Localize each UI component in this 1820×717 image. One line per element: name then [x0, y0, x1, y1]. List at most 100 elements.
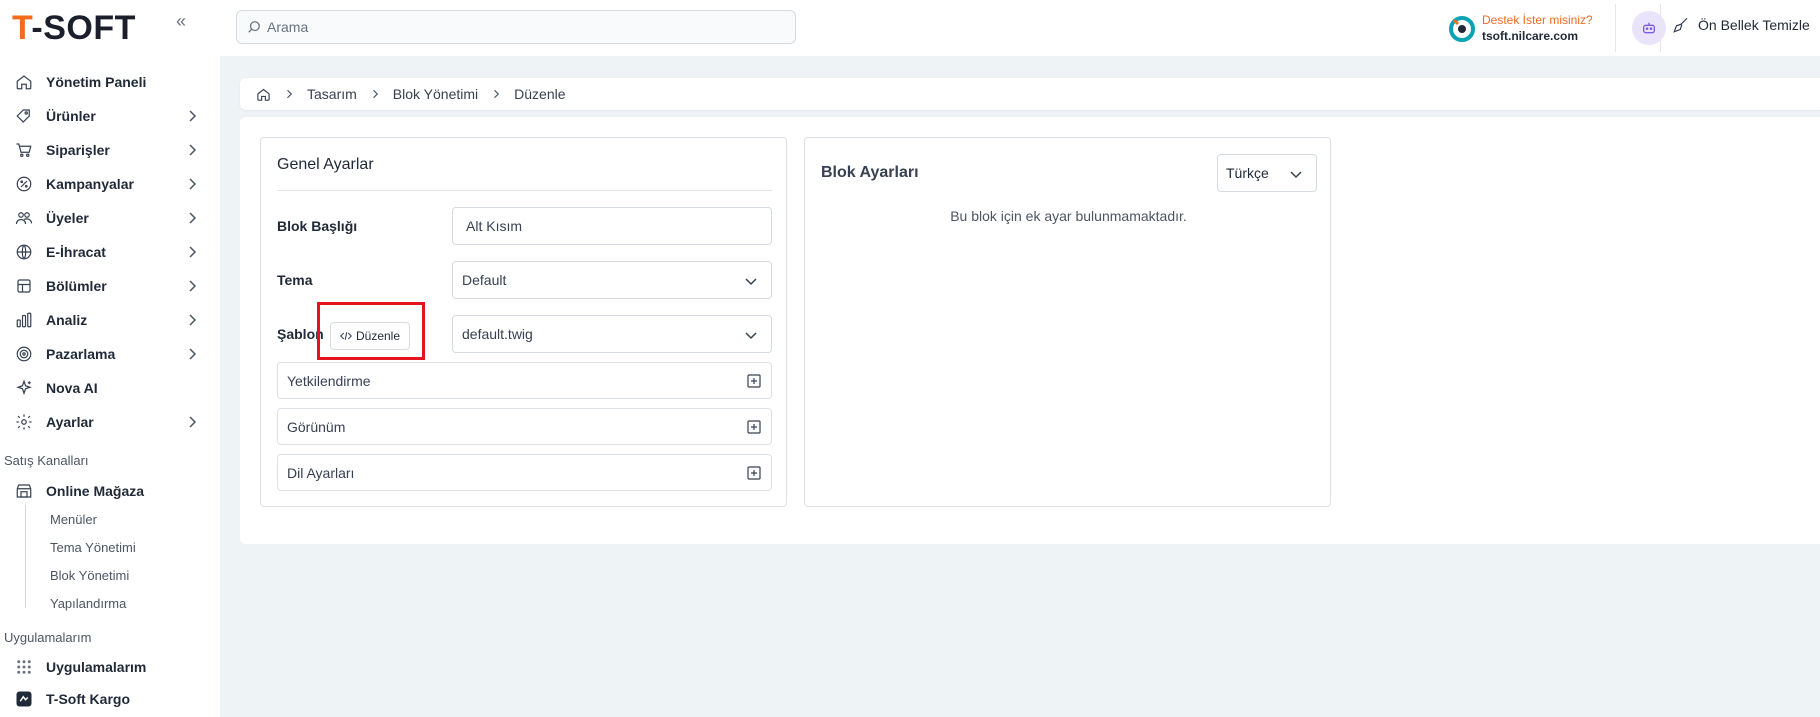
sidebar-item-siparisler[interactable]: Siparişler [0, 133, 220, 167]
sidebar-item-tsoft-kargo[interactable]: T-Soft Kargo [0, 682, 220, 716]
expand-plus-icon [747, 466, 761, 480]
gear-icon [14, 412, 34, 432]
target-icon [14, 344, 34, 364]
chevron-right-icon [189, 246, 197, 258]
sidebar-item-label: Online Mağaza [46, 483, 145, 499]
general-settings-card: Genel Ayarlar Blok Başlığı Alt Kısım Tem… [260, 137, 787, 507]
clear-cache-button[interactable]: Ön Bellek Temizle [1672, 16, 1810, 34]
sidebar-item-label: T-Soft Kargo [46, 691, 130, 707]
sidebar-item-e-ihracat[interactable]: E-İhracat [0, 235, 220, 269]
accordion-dil-ayarlari[interactable]: Dil Ayarları [277, 454, 772, 491]
sidebar-item-nova-ai[interactable]: Nova AI [0, 371, 220, 405]
sidebar-item-ayarlar[interactable]: Ayarlar [0, 405, 220, 439]
topbar-divider [1660, 4, 1661, 52]
sidebar-item-label: Analiz [46, 312, 88, 328]
submenu-item-menuler[interactable]: Menüler [50, 512, 97, 527]
support-domain: tsoft.nilcare.com [1482, 29, 1579, 43]
sidebar: T-SOFT « Yönetim Paneli Ürünler Siparişl… [0, 0, 220, 717]
submenu-line [25, 505, 26, 608]
accordion-label: Dil Ayarları [287, 464, 355, 481]
chevron-right-icon [189, 144, 197, 156]
users-icon [14, 208, 34, 228]
breadcrumb-item-duzenle: Düzenle [514, 86, 566, 102]
chart-icon [14, 310, 34, 330]
sidebar-item-label: Kampanyalar [46, 176, 134, 192]
topbar-divider [1615, 4, 1616, 52]
chevron-right-icon [369, 88, 381, 100]
card-title: Genel Ayarlar [277, 156, 374, 173]
chevron-right-icon [189, 314, 197, 326]
sidebar-item-label: Yönetim Paneli [46, 74, 147, 90]
broom-icon [1673, 17, 1688, 33]
accordion-gorunum[interactable]: Görünüm [277, 408, 772, 445]
submenu-item-yapilandirma[interactable]: Yapılandırma [50, 596, 126, 611]
expand-plus-icon [747, 374, 761, 388]
breadcrumb: Tasarım Blok Yönetimi Düzenle [240, 78, 1820, 110]
theme-select[interactable]: Default [452, 261, 772, 299]
language-select[interactable]: Türkçe [1217, 154, 1317, 192]
robot-icon [1643, 22, 1655, 34]
topbar: Destek İster misiniz? tsoft.nilcare.com … [220, 0, 1820, 56]
sidebar-item-label: Ayarlar [46, 414, 94, 430]
collapse-sidebar-icon[interactable]: « [168, 8, 194, 34]
sidebar-item-label: Ürünler [46, 108, 96, 124]
cart-icon [14, 140, 34, 160]
cargo-icon [14, 689, 34, 709]
sidebar-item-label: Nova AI [46, 380, 98, 396]
submenu-item-blok-yonetimi[interactable]: Blok Yönetimi [50, 568, 129, 583]
search-icon [248, 21, 260, 33]
empty-settings-message: Bu blok için ek ayar bulunmamaktadır. [950, 208, 1187, 224]
accordion-label: Görünüm [287, 418, 346, 435]
chevron-right-icon [189, 178, 197, 190]
sidebar-item-label: Uygulamalarım [46, 659, 147, 675]
sidebar-item-label: Üyeler [46, 210, 89, 226]
sidebar-item-analiz[interactable]: Analiz [0, 303, 220, 337]
chevron-right-icon [189, 416, 197, 428]
template-value: default.twig [462, 326, 533, 342]
chevron-right-icon [490, 88, 502, 100]
block-title-input[interactable]: Alt Kısım [452, 207, 772, 245]
submenu-item-tema-yonetimi[interactable]: Tema Yönetimi [50, 540, 136, 555]
support-title: Destek İster misiniz? [1482, 13, 1593, 27]
home-icon [14, 72, 34, 92]
chevron-down-icon [745, 278, 757, 286]
sidebar-item-yonetim-paneli[interactable]: Yönetim Paneli [0, 65, 220, 99]
search-box[interactable] [236, 10, 796, 44]
chevron-down-icon [745, 332, 757, 340]
chevron-right-icon [189, 110, 197, 122]
language-value: Türkçe [1226, 165, 1269, 181]
theme-label: Tema [277, 272, 313, 288]
sidebar-item-label: E-İhracat [46, 244, 106, 260]
home-icon[interactable] [256, 87, 271, 102]
divider [277, 190, 772, 191]
sidebar-item-kampanyalar[interactable]: Kampanyalar [0, 167, 220, 201]
sidebar-item-online-magaza[interactable]: Online Mağaza [0, 474, 220, 508]
breadcrumb-item-blok-yonetimi[interactable]: Blok Yönetimi [393, 86, 478, 102]
clear-cache-label: Ön Bellek Temizle [1698, 17, 1810, 33]
section-label-sales-channels: Satış Kanalları [4, 453, 89, 468]
sidebar-item-uygulamalarim[interactable]: Uygulamalarım [0, 650, 220, 684]
layout-icon [14, 276, 34, 296]
support-link[interactable]: Destek İster misiniz? tsoft.nilcare.com [1448, 8, 1593, 48]
sidebar-item-label: Siparişler [46, 142, 110, 158]
block-title-value: Alt Kısım [466, 218, 523, 234]
search-input[interactable] [267, 19, 767, 35]
logo-prefix: T [12, 9, 32, 47]
discount-icon [14, 174, 34, 194]
breadcrumb-item-tasarim[interactable]: Tasarım [307, 86, 357, 102]
sidebar-item-urunler[interactable]: Ürünler [0, 99, 220, 133]
sidebar-item-label: Bölümler [46, 278, 107, 294]
template-select[interactable]: default.twig [452, 315, 772, 353]
logo-text: -SOFT [31, 9, 136, 47]
section-label-apps: Uygulamalarım [4, 630, 92, 645]
sidebar-item-pazarlama[interactable]: Pazarlama [0, 337, 220, 371]
sidebar-item-bolumler[interactable]: Bölümler [0, 269, 220, 303]
card-title: Blok Ayarları [821, 164, 919, 181]
accordion-yetkilendirme[interactable]: Yetkilendirme [277, 362, 772, 399]
tag-icon [14, 106, 34, 126]
globe-icon [14, 242, 34, 262]
chevron-right-icon [189, 348, 197, 360]
sidebar-item-uyeler[interactable]: Üyeler [0, 201, 220, 235]
block-settings-card: Blok Ayarları Türkçe Bu blok için ek aya… [804, 137, 1331, 507]
content-panel: Genel Ayarlar Blok Başlığı Alt Kısım Tem… [240, 117, 1820, 544]
